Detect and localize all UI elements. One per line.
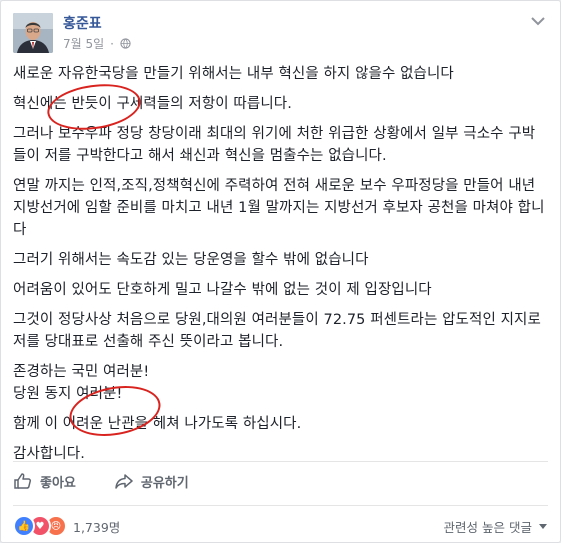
thumbs-up-icon (14, 473, 32, 489)
post-paragraph: 혁신에는 반듯이 구세력들의 저항이 따릅니다. (13, 96, 292, 112)
globe-icon[interactable] (120, 38, 131, 49)
comment-sort-dropdown[interactable]: 관련성 높은 댓글 (444, 517, 548, 536)
share-label: 공유하기 (140, 475, 189, 491)
post-meta: 7월 5일 · (63, 35, 131, 52)
post-paragraph: 존경하는 국민 여러분! 당원 동지 여러분! (13, 364, 150, 402)
chevron-down-icon[interactable] (528, 13, 548, 27)
chevron-down-icon (539, 523, 547, 529)
post-card: 홍준표 7월 5일 · 새로운 자유한국당을 만들기 위해서는 내부 혁신을 하… (0, 0, 561, 543)
post-actions: 좋아요 공유하기 (13, 471, 189, 491)
author-name[interactable]: 홍준표 (63, 13, 102, 33)
divider (13, 461, 548, 462)
separator-dot: · (110, 36, 114, 51)
post-paragraph: 연말 까지는 인적,조직,정책혁신에 주력하여 전혀 새로운 보수 우파정당을 … (13, 178, 545, 238)
post-paragraph: 함께 이 어려운 난관을 헤쳐 나가도록 하십시다. (13, 416, 302, 432)
reaction-summary[interactable]: 👍 ♥ 😠 1,739명 (13, 515, 120, 537)
like-reaction-icon: 👍 (13, 515, 35, 537)
post-paragraph: 그러나 보수우파 정당 창당이래 최대의 위기에 처한 위급한 상황에서 일부 … (13, 126, 536, 164)
like-button[interactable]: 좋아요 (13, 471, 76, 491)
share-arrow-icon (115, 474, 133, 489)
avatar-photo (13, 13, 53, 53)
divider (13, 505, 548, 506)
post-paragraph: 그러기 위해서는 속도감 있는 당운영을 할수 밖에 없습니다 (13, 252, 369, 268)
comment-sort-label: 관련성 높은 댓글 (443, 520, 532, 535)
author-avatar[interactable] (13, 13, 53, 53)
post-body: 새로운 자유한국당을 만들기 위해서는 내부 혁신을 하지 않을수 없습니다 혁… (13, 63, 548, 473)
like-label: 좋아요 (40, 475, 76, 491)
post-paragraph: 새로운 자유한국당을 만들기 위해서는 내부 혁신을 하지 않을수 없습니다 (13, 66, 454, 82)
post-timestamp[interactable]: 7월 5일 (63, 35, 104, 52)
post-paragraph: 어려움이 있어도 단호하게 밀고 나갈수 밖에 없는 것이 제 입장입니다 (13, 282, 432, 298)
reaction-count[interactable]: 1,739명 (73, 517, 120, 536)
post-paragraph: 그것이 정당사상 처음으로 당원,대의원 여러분들이 72.75 퍼센트라는 압… (13, 312, 541, 350)
share-button[interactable]: 공유하기 (114, 471, 189, 491)
